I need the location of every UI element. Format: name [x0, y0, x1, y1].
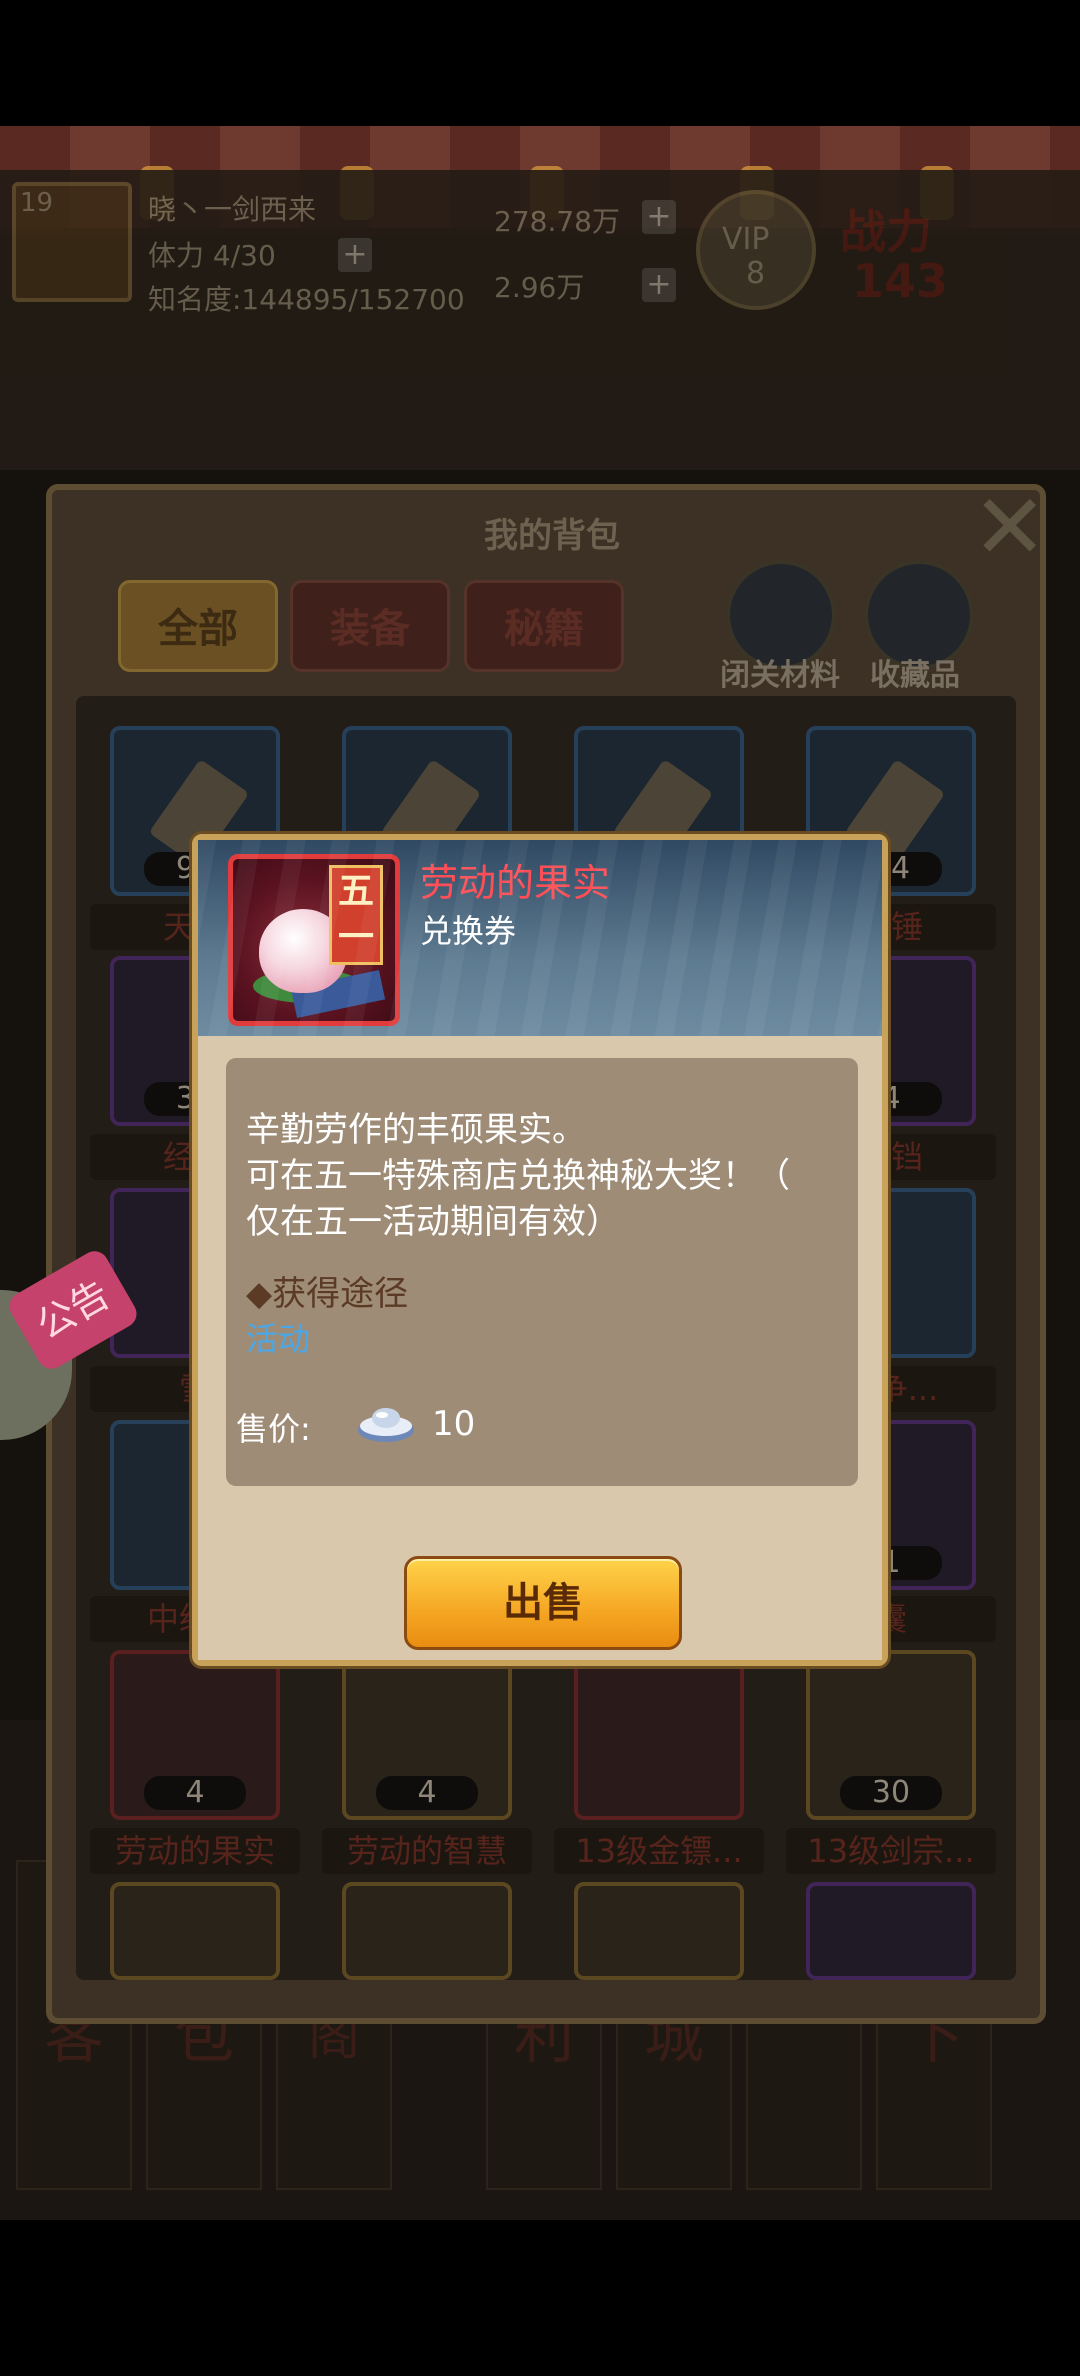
item-count: 4 — [376, 1776, 478, 1810]
collectibles-label: 收藏品 — [870, 658, 960, 693]
item-count: 4 — [144, 1776, 246, 1810]
leaf-icon — [253, 969, 363, 1003]
inventory-slot[interactable] — [574, 1650, 744, 1820]
price-label: 售价: — [236, 1410, 311, 1448]
item-name: 13级金镖... — [554, 1828, 764, 1874]
close-icon[interactable]: ✕ — [972, 483, 1052, 573]
source-link[interactable]: 活动 — [246, 1314, 310, 1360]
may-day-badge: 五一 — [329, 865, 383, 965]
item-icon-frame: 五一 — [228, 854, 400, 1026]
silver-ingot-icon — [358, 1408, 414, 1442]
player-level: 19 — [20, 188, 54, 218]
peach-icon — [259, 909, 347, 993]
power-value: 143 — [852, 254, 949, 308]
add-silver-button[interactable]: + — [642, 200, 676, 234]
retreat-materials-label: 闭关材料 — [720, 658, 840, 693]
inventory-slot[interactable]: 4 — [110, 1650, 280, 1820]
add-gold-button[interactable]: + — [642, 268, 676, 302]
cloth-icon — [290, 969, 386, 1019]
description-line: 可在五一特殊商店兑换神秘大奖！（ — [246, 1156, 790, 1196]
player-status-bar: 19 晓丶一剑西来 体力 4/30 + 知名度:144895/152700 27… — [0, 170, 1080, 470]
inventory-slot[interactable]: 4 — [342, 1650, 512, 1820]
add-stamina-button[interactable]: + — [338, 238, 372, 272]
item-name: 13级剑宗... — [786, 1828, 996, 1874]
fame-text: 知名度:144895/152700 — [148, 283, 465, 316]
popup-item-name: 劳动的果实 — [420, 861, 611, 905]
vip-level: 8 — [746, 256, 766, 291]
vip-label: VIP — [722, 222, 770, 257]
vip-badge[interactable]: VIP 8 — [696, 190, 816, 310]
player-avatar[interactable]: 19 — [12, 182, 132, 302]
tab-secret-books[interactable]: 秘籍 — [464, 580, 624, 672]
item-detail-popup: 五一 劳动的果实 兑换券 辛勤劳作的丰硕果实。 可在五一特殊商店兑换神秘大奖！（… — [192, 834, 888, 1666]
inventory-slot[interactable] — [110, 1882, 280, 1980]
description-box: 辛勤劳作的丰硕果实。 可在五一特殊商店兑换神秘大奖！（ 仅在五一活动期间有效） … — [226, 1058, 858, 1486]
stamina-text: 体力 4/30 — [148, 239, 276, 272]
power-label: 战力 — [840, 205, 932, 259]
player-name: 晓丶一剑西来 — [148, 193, 317, 226]
sell-button[interactable]: 出售 — [404, 1556, 682, 1650]
gold-amount: 2.96万 — [494, 271, 585, 304]
inventory-slot[interactable] — [806, 1882, 976, 1980]
popup-header: 五一 劳动的果实 兑换券 — [198, 840, 882, 1036]
price-value: 10 — [432, 1404, 476, 1444]
popup-item-type: 兑换券 — [420, 912, 517, 950]
inventory-slot[interactable] — [574, 1882, 744, 1980]
inventory-slot[interactable] — [342, 1882, 512, 1980]
item-name: 劳动的果实 — [90, 1828, 300, 1874]
item-count: 30 — [840, 1776, 942, 1810]
silver-amount: 278.78万 — [494, 205, 620, 238]
description-line: 仅在五一活动期间有效） — [246, 1202, 620, 1242]
backpack-title: 我的背包 — [484, 516, 620, 556]
description-line: 辛勤劳作的丰硕果实。 — [246, 1110, 586, 1150]
popup-body: 辛勤劳作的丰硕果实。 可在五一特殊商店兑换神秘大奖！（ 仅在五一活动期间有效） … — [198, 1036, 882, 1660]
source-heading: ◆获得途径 — [246, 1274, 409, 1314]
item-name: 劳动的智慧 — [322, 1828, 532, 1874]
inventory-slot[interactable]: 30 — [806, 1650, 976, 1820]
tab-all[interactable]: 全部 — [118, 580, 278, 672]
tab-equipment[interactable]: 装备 — [290, 580, 450, 672]
